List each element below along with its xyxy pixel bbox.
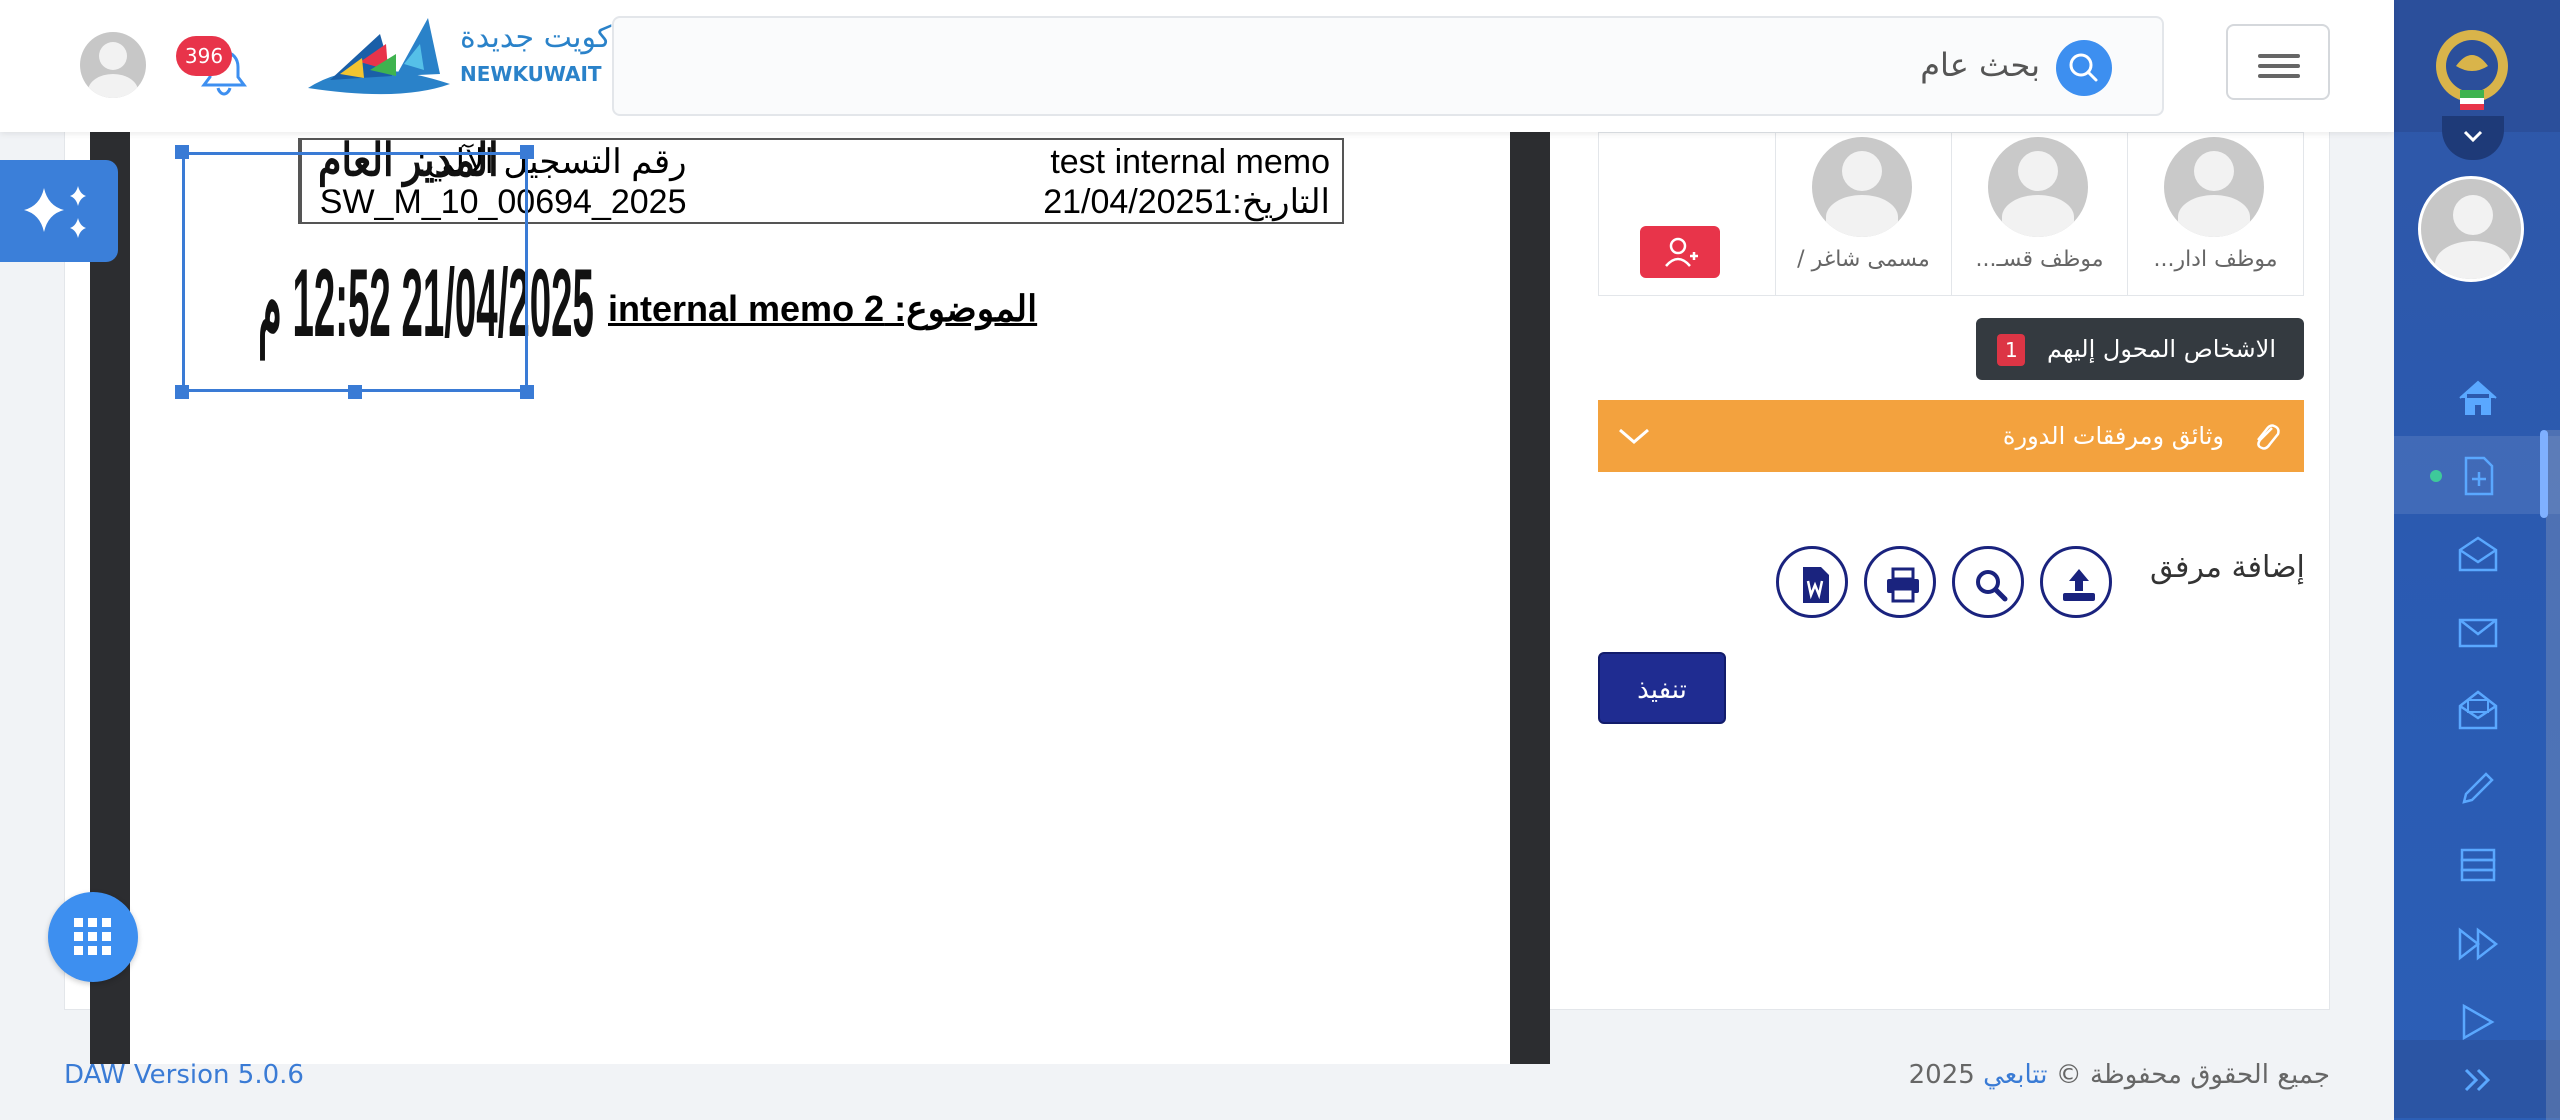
ai-assistant-button[interactable] — [0, 160, 118, 262]
mail-open-icon — [2458, 690, 2498, 730]
transferred-people-button[interactable]: الاشخاص المحول إليهم 1 — [1976, 318, 2304, 380]
copyright-prefix: جميع الحقوق محفوظة © — [2055, 1060, 2330, 1090]
main-sidebar — [2394, 0, 2560, 1120]
apps-grid-icon — [74, 918, 111, 955]
add-user-icon — [1665, 237, 1698, 267]
assignee-name: مسمى شاغر / — [1797, 247, 1930, 272]
add-attachment-label: إضافة مرفق — [2150, 550, 2305, 585]
upload-attachment-button[interactable] — [2040, 546, 2112, 618]
print-button[interactable] — [1864, 546, 1936, 618]
active-indicator — [2430, 470, 2442, 482]
sidebar-user-avatar[interactable] — [2418, 176, 2524, 282]
magnify-icon — [1976, 570, 2008, 602]
search-attachment-button[interactable] — [1952, 546, 2024, 618]
sidebar-item-edit[interactable] — [2394, 748, 2560, 826]
resize-handle[interactable] — [175, 385, 189, 399]
play-icon — [2462, 1003, 2495, 1041]
signature-stamp-selection[interactable] — [182, 152, 528, 392]
assignee-card[interactable]: مسمى شاغر / — [1775, 133, 1951, 295]
transferred-label: الاشخاص المحول إليهم — [2047, 335, 2276, 363]
add-assignee-button[interactable] — [1640, 226, 1720, 278]
top-header: 396 كويت جديدة NEWKUWAIT بحث عام — [0, 0, 2394, 132]
search-input[interactable]: بحث عام — [1920, 46, 2040, 84]
edit-icon — [2462, 772, 2494, 804]
new-document-icon — [2464, 456, 2494, 496]
upload-icon — [2063, 569, 2095, 601]
chevron-down-icon — [2463, 130, 2483, 143]
assignee-avatar — [2164, 137, 2264, 237]
memo-title-text: test internal memo — [1050, 143, 1330, 181]
copyright-year: 2025 — [1908, 1060, 1975, 1090]
assignee-name: موظف ادار... — [2153, 247, 2278, 272]
word-icon — [1803, 567, 1829, 603]
sparkle-icon — [24, 186, 86, 238]
memo-date-text: التاريخ:21/04/20251 — [711, 182, 1330, 222]
document-viewer-border-right — [1510, 132, 1550, 1064]
execute-button[interactable]: تنفيذ — [1598, 652, 1726, 724]
scrollbar-thumb[interactable] — [2540, 430, 2548, 518]
app-version: DAW Version 5.0.6 — [64, 1060, 304, 1090]
paperclip-icon — [2257, 424, 2280, 450]
resize-handle[interactable] — [520, 145, 534, 159]
fast-forward-icon — [2458, 927, 2499, 961]
sidebar-item-home[interactable] — [2394, 358, 2560, 436]
sidebar-item-mail-open[interactable] — [2394, 670, 2560, 748]
sidebar-item-archive[interactable] — [2394, 826, 2560, 904]
apps-menu-button[interactable] — [48, 892, 138, 982]
scroll-track — [2546, 430, 2560, 1120]
user-avatar[interactable] — [80, 32, 146, 98]
menu-toggle-button[interactable] — [2226, 24, 2330, 100]
assignee-card[interactable]: موظف ادار... — [2127, 133, 2303, 295]
resize-handle[interactable] — [175, 145, 189, 159]
sidebar-item-new-document[interactable] — [2394, 436, 2560, 514]
assignee-name: موظف قسـ... — [1975, 247, 2104, 272]
sidebar-item-mail[interactable] — [2394, 592, 2560, 670]
logo-text-arabic: كويت جديدة — [460, 20, 612, 55]
sidebar-item-fast-forward[interactable] — [2394, 904, 2560, 982]
assignee-avatar — [1988, 137, 2088, 237]
memo-subject: الموضوع: internal memo 2 — [608, 288, 1038, 329]
search-icon — [2069, 53, 2098, 82]
sidebar-collapse-toggle[interactable] — [2442, 116, 2504, 160]
memo-date: التاريخ:21/04/2025 — [1043, 183, 1330, 221]
word-document-button[interactable] — [1776, 546, 1848, 618]
doc-cell-memo: test internal memo التاريخ:21/04/20251 — [699, 140, 1343, 222]
search-button[interactable] — [2056, 40, 2112, 96]
kuwait-emblem-icon — [2436, 30, 2508, 110]
chevron-down-icon — [1619, 428, 1649, 444]
home-icon — [2459, 380, 2497, 415]
logo-text-english: NEWKUWAIT — [460, 62, 602, 86]
global-search-box[interactable]: بحث عام — [612, 16, 2164, 116]
copyright-notice: جميع الحقوق محفوظة © تتابعي 2025 — [1900, 1060, 2330, 1090]
assignee-avatar — [1812, 137, 1912, 237]
mail-icon — [2458, 618, 2498, 648]
sidebar-item-inbox[interactable] — [2394, 514, 2560, 592]
assignee-card[interactable]: موظف قسـ... — [1951, 133, 2127, 295]
expand-icon — [2464, 1068, 2491, 1092]
resize-handle[interactable] — [520, 385, 534, 399]
archive-icon — [2460, 848, 2496, 882]
sidebar-expand-button[interactable] — [2394, 1040, 2560, 1118]
menu-icon — [2258, 54, 2300, 58]
notification-badge: 396 — [176, 36, 232, 76]
resize-handle[interactable] — [348, 385, 362, 399]
inbox-icon — [2458, 536, 2498, 572]
copyright-brand-link[interactable]: تتابعي — [1983, 1060, 2047, 1090]
sidebar-header — [2394, 0, 2560, 132]
transferred-count-badge: 1 — [1997, 334, 2026, 366]
memo-date-prefix: 1 — [1213, 183, 1233, 221]
print-icon — [1887, 567, 1919, 603]
cycle-documents-label: وثائق ومرفقات الدورة — [2002, 422, 2224, 450]
cycle-documents-accordion[interactable]: وثائق ومرفقات الدورة — [1598, 400, 2304, 472]
